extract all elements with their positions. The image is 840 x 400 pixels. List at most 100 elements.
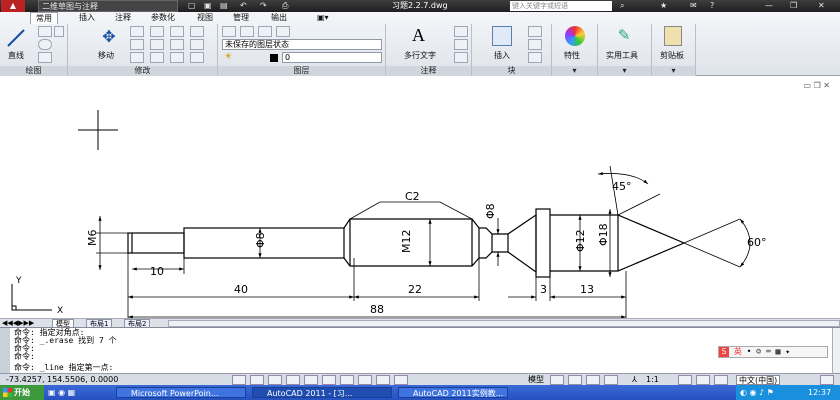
subscription-icon[interactable]: ★ xyxy=(660,0,667,12)
modify-more-icon[interactable] xyxy=(190,52,204,63)
open-file-icon[interactable]: ▣ xyxy=(204,0,212,12)
layer-isolate-icon[interactable] xyxy=(240,26,254,37)
rotate-icon[interactable] xyxy=(130,26,144,37)
grid-toggle[interactable] xyxy=(250,375,264,385)
fillet-icon[interactable] xyxy=(170,26,184,37)
new-file-icon[interactable]: ▢ xyxy=(188,0,196,12)
edit-block-icon[interactable] xyxy=(528,39,542,50)
tab-output[interactable]: 输出 xyxy=(266,12,292,24)
current-layer-dropdown[interactable]: 0 xyxy=(282,52,382,63)
command-window-grip[interactable] xyxy=(0,328,10,374)
utilities-dropdown[interactable]: ▾ xyxy=(598,66,651,76)
arc-icon[interactable] xyxy=(38,52,52,63)
taskbar-item-autocad-active[interactable]: AutoCAD 2011 - [习... xyxy=(252,387,392,398)
workspace-switcher[interactable]: 二维草图与注释 xyxy=(38,0,178,12)
ime-toolbar[interactable]: S 英 • ☺ ⌨ ▦ ✦ xyxy=(718,346,828,358)
properties-button[interactable]: 特性 xyxy=(564,51,580,61)
sogou-icon[interactable]: S xyxy=(719,347,729,357)
language-indicator[interactable]: 中文(中国) xyxy=(736,375,781,385)
command-scrollbar[interactable] xyxy=(832,328,840,374)
qp-toggle[interactable] xyxy=(394,375,408,385)
drawing-canvas[interactable]: ▭ ❐ ✕ C2 M6 Φ8 M12 Φ8 Φ12 Φ18 45° 60° 10… xyxy=(0,76,840,318)
taskbar-item-autocad-tutorial[interactable]: AutoCAD 2011实例教... xyxy=(398,387,508,398)
create-block-icon[interactable] xyxy=(528,26,542,37)
move-button[interactable]: 移动 xyxy=(98,51,114,61)
plot-icon[interactable]: ⎙ xyxy=(282,0,288,12)
mtext-button[interactable]: 多行文字 xyxy=(404,51,436,61)
insert-block-icon[interactable] xyxy=(492,26,512,46)
ortho-toggle[interactable] xyxy=(268,375,282,385)
polyline-icon[interactable] xyxy=(38,26,52,37)
layer-freeze-icon[interactable] xyxy=(258,26,272,37)
ribbon-toggle-icon[interactable]: ▣▾ xyxy=(312,12,334,24)
line-icon[interactable] xyxy=(6,28,26,48)
ime-mode-label[interactable]: 英 xyxy=(734,347,742,356)
clock[interactable]: 12:37 xyxy=(808,385,831,400)
annotation-scale-icon[interactable]: ⅄ xyxy=(632,374,637,385)
redo-icon[interactable]: ↷ xyxy=(260,0,267,12)
clipboard-icon[interactable] xyxy=(664,26,682,46)
osnap-toggle[interactable] xyxy=(304,375,318,385)
tab-home[interactable]: 常用 xyxy=(30,12,58,24)
panel-title-layers[interactable]: 图层 xyxy=(218,66,385,76)
panel-title-modify[interactable]: 修改 xyxy=(68,66,217,76)
quick-view-drawings[interactable] xyxy=(568,375,582,385)
layer-properties-icon[interactable] xyxy=(222,26,236,37)
snap-toggle[interactable] xyxy=(232,375,246,385)
tab-manage[interactable]: 管理 xyxy=(228,12,254,24)
dyn-toggle[interactable] xyxy=(358,375,372,385)
tab-view[interactable]: 视图 xyxy=(192,12,218,24)
scale-icon[interactable] xyxy=(150,52,164,63)
panel-title-draw[interactable]: 绘图 xyxy=(0,66,67,76)
clipboard-button[interactable]: 剪贴板 xyxy=(660,51,684,61)
explode-icon[interactable] xyxy=(190,26,204,37)
search-box[interactable]: 键入关键字或短语 xyxy=(510,1,612,11)
offset-icon[interactable] xyxy=(190,39,204,50)
draw-more-icon[interactable] xyxy=(54,26,64,37)
move-icon[interactable]: ✥ xyxy=(98,27,120,47)
autocad-logo-icon[interactable]: ▲ xyxy=(1,0,25,12)
layer-lock-icon[interactable] xyxy=(276,26,290,37)
circle-icon[interactable] xyxy=(38,39,52,50)
taskbar-item-powerpoint[interactable]: Microsoft PowerPoin... xyxy=(116,387,246,398)
clean-screen[interactable] xyxy=(820,375,834,385)
erase-icon[interactable] xyxy=(170,52,184,63)
maximize-icon[interactable]: ❐ xyxy=(790,0,797,12)
otrack-toggle[interactable] xyxy=(322,375,336,385)
insert-button[interactable]: 插入 xyxy=(494,51,510,61)
table-icon[interactable] xyxy=(454,52,468,63)
pan-tool[interactable] xyxy=(586,375,600,385)
leader-icon[interactable] xyxy=(454,39,468,50)
utilities-button[interactable]: 实用工具 xyxy=(606,51,638,61)
model-space-label[interactable]: 模型 xyxy=(528,375,544,385)
ducs-toggle[interactable] xyxy=(340,375,354,385)
minimize-icon[interactable]: — xyxy=(765,0,773,12)
trim-icon[interactable] xyxy=(150,26,164,37)
horizontal-scrollbar[interactable] xyxy=(168,320,840,327)
panel-title-annotation[interactable]: 注释 xyxy=(386,66,471,76)
toolbar-lock[interactable] xyxy=(714,375,728,385)
utilities-icon[interactable]: ✎ xyxy=(614,26,634,46)
line-button[interactable]: 直线 xyxy=(8,51,24,61)
tab-parametric[interactable]: 参数化 xyxy=(146,12,180,24)
layer-on-icon[interactable]: ☀ xyxy=(224,52,232,62)
mirror-icon[interactable] xyxy=(150,39,164,50)
array-icon[interactable] xyxy=(170,39,184,50)
dimension-icon[interactable] xyxy=(454,26,468,37)
tray-icons[interactable]: ◐ ◉ ♪ ⚑ xyxy=(740,387,774,398)
quick-launch[interactable]: ▣ ◉ ▦ xyxy=(48,387,75,398)
block-attribute-icon[interactable] xyxy=(528,52,542,63)
quick-view-layouts[interactable] xyxy=(550,375,564,385)
communication-icon[interactable]: ✉ xyxy=(690,0,697,12)
ime-tools-icon[interactable]: • ☺ ⌨ ▦ ✦ xyxy=(747,347,790,356)
command-window[interactable]: 命令: 指定对角点: 命令: _.erase 找到 7 个 命令: 命令: 命令… xyxy=(0,327,840,374)
annotation-visibility[interactable] xyxy=(678,375,692,385)
zoom-tool[interactable] xyxy=(604,375,618,385)
polar-toggle[interactable] xyxy=(286,375,300,385)
search-icon[interactable]: ⌕ xyxy=(620,0,624,12)
stretch-icon[interactable] xyxy=(130,52,144,63)
annotation-scale[interactable]: 1:1 xyxy=(646,375,659,385)
workspace-switching[interactable] xyxy=(696,375,710,385)
clipboard-dropdown[interactable]: ▾ xyxy=(652,66,695,76)
help-icon[interactable]: ? xyxy=(710,0,714,12)
